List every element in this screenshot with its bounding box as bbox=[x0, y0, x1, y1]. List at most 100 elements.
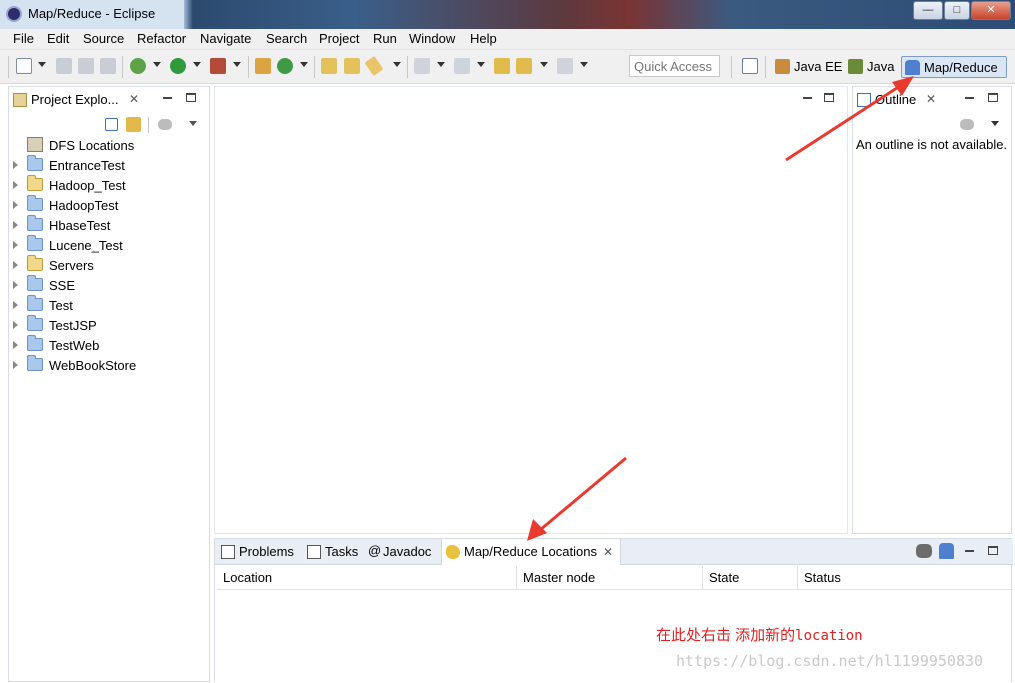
new-class-dropdown-icon[interactable] bbox=[300, 62, 308, 67]
menu-help[interactable]: Help bbox=[470, 31, 497, 46]
menu-file[interactable]: File bbox=[13, 31, 34, 46]
quick-access-input[interactable] bbox=[629, 55, 720, 77]
debug-icon[interactable] bbox=[130, 58, 146, 74]
expand-arrow-icon[interactable] bbox=[13, 221, 18, 229]
maximize-view-icon[interactable] bbox=[988, 93, 998, 102]
column-location[interactable]: Location bbox=[217, 566, 517, 590]
tree-item[interactable]: Hadoop_Test bbox=[13, 175, 126, 195]
external-tools-dropdown-icon[interactable] bbox=[233, 62, 241, 67]
minimize-button[interactable]: — bbox=[913, 1, 943, 20]
minimize-editor-icon[interactable] bbox=[803, 97, 812, 99]
next-annotation-icon[interactable] bbox=[414, 58, 430, 74]
tree-item[interactable]: HadoopTest bbox=[13, 195, 118, 215]
tree-item-label: WebBookStore bbox=[49, 358, 137, 373]
new-icon[interactable] bbox=[16, 58, 32, 74]
maximize-button[interactable]: □ bbox=[944, 1, 970, 20]
previous-annotation-icon[interactable] bbox=[454, 58, 470, 74]
tree-item[interactable]: TestWeb bbox=[13, 335, 99, 355]
expand-arrow-icon[interactable] bbox=[13, 261, 18, 269]
column-status[interactable]: Status bbox=[798, 566, 1011, 590]
expand-arrow-icon[interactable] bbox=[13, 201, 18, 209]
menu-edit[interactable]: Edit bbox=[47, 31, 69, 46]
dfs-locations-icon bbox=[27, 137, 43, 152]
back-icon[interactable] bbox=[516, 58, 532, 74]
pencil-icon[interactable] bbox=[364, 56, 384, 76]
expand-arrow-icon[interactable] bbox=[13, 281, 18, 289]
new-dropdown-icon[interactable] bbox=[38, 62, 46, 67]
minimize-view-icon[interactable] bbox=[163, 97, 172, 99]
run-dropdown-icon[interactable] bbox=[193, 62, 201, 67]
menu-project[interactable]: Project bbox=[319, 31, 359, 46]
perspective-java[interactable]: Java bbox=[845, 56, 898, 78]
menu-search[interactable]: Search bbox=[266, 31, 307, 46]
filters-icon[interactable] bbox=[158, 119, 172, 130]
column-state[interactable]: State bbox=[703, 566, 798, 590]
new-location-icon[interactable] bbox=[916, 544, 932, 558]
back-dropdown-icon[interactable] bbox=[540, 62, 548, 67]
external-tools-icon[interactable] bbox=[210, 58, 226, 74]
maximize-editor-icon[interactable] bbox=[824, 93, 834, 102]
tree-item-label: TestJSP bbox=[49, 318, 97, 333]
expand-arrow-icon[interactable] bbox=[13, 341, 18, 349]
elephant-icon[interactable] bbox=[939, 543, 954, 559]
editor-area[interactable] bbox=[214, 86, 848, 534]
forward-icon[interactable] bbox=[557, 58, 573, 74]
next-annotation-dropdown-icon[interactable] bbox=[437, 62, 445, 67]
menu-refactor[interactable]: Refactor bbox=[137, 31, 186, 46]
maximize-view-icon[interactable] bbox=[186, 93, 196, 102]
open-perspective-icon[interactable] bbox=[742, 58, 758, 74]
save-all-icon[interactable] bbox=[78, 58, 94, 74]
forward-dropdown-icon[interactable] bbox=[580, 62, 588, 67]
menu-source[interactable]: Source bbox=[83, 31, 124, 46]
debug-dropdown-icon[interactable] bbox=[153, 62, 161, 67]
tree-item[interactable]: SSE bbox=[13, 275, 75, 295]
expand-arrow-icon[interactable] bbox=[13, 241, 18, 249]
tree-item[interactable]: Test bbox=[13, 295, 73, 315]
close-button[interactable]: ✕ bbox=[971, 1, 1011, 20]
tree-item[interactable]: DFS Locations bbox=[13, 135, 134, 155]
expand-arrow-icon[interactable] bbox=[13, 361, 18, 369]
menu-run[interactable]: Run bbox=[373, 31, 397, 46]
close-icon[interactable]: ✕ bbox=[129, 92, 139, 106]
tab-mapreduce-locations[interactable]: Map/Reduce Locations bbox=[441, 539, 621, 565]
perspective-mapreduce[interactable]: Map/Reduce bbox=[901, 56, 1007, 78]
tree-item[interactable]: TestJSP bbox=[13, 315, 97, 335]
filters-icon[interactable] bbox=[960, 119, 974, 130]
menu-navigate[interactable]: Navigate bbox=[200, 31, 251, 46]
tree-item[interactable]: Lucene_Test bbox=[13, 235, 123, 255]
tab-tasks[interactable]: Tasks bbox=[303, 539, 363, 564]
open-type-icon[interactable] bbox=[321, 58, 337, 74]
last-edit-icon[interactable] bbox=[494, 58, 510, 74]
new-class-icon[interactable] bbox=[277, 58, 293, 74]
save-icon[interactable] bbox=[56, 58, 72, 74]
maximize-view-icon[interactable] bbox=[988, 546, 998, 555]
tree-item[interactable]: WebBookStore bbox=[13, 355, 136, 375]
collapse-all-icon[interactable] bbox=[105, 118, 118, 131]
tab-problems[interactable]: Problems bbox=[217, 539, 301, 564]
expand-arrow-icon[interactable] bbox=[13, 181, 18, 189]
close-icon[interactable]: ✕ bbox=[603, 545, 613, 559]
minimize-view-icon[interactable] bbox=[965, 550, 974, 552]
tree-item[interactable]: HbaseTest bbox=[13, 215, 110, 235]
minimize-view-icon[interactable] bbox=[965, 97, 974, 99]
tasks-icon bbox=[307, 545, 321, 559]
tab-javadoc[interactable]: @ Javadoc bbox=[365, 539, 441, 564]
view-menu-icon[interactable] bbox=[991, 121, 999, 126]
column-master-node[interactable]: Master node bbox=[517, 566, 703, 590]
print-icon[interactable] bbox=[100, 58, 116, 74]
expand-arrow-icon[interactable] bbox=[13, 161, 18, 169]
perspective-java-ee[interactable]: Java EE bbox=[772, 56, 846, 78]
run-icon[interactable] bbox=[170, 58, 186, 74]
open-folder-icon[interactable] bbox=[344, 58, 360, 74]
tree-item[interactable]: Servers bbox=[13, 255, 94, 275]
view-menu-icon[interactable] bbox=[189, 121, 197, 126]
close-icon[interactable]: ✕ bbox=[926, 92, 936, 106]
menu-window[interactable]: Window bbox=[409, 31, 455, 46]
expand-arrow-icon[interactable] bbox=[13, 321, 18, 329]
tree-item[interactable]: EntranceTest bbox=[13, 155, 125, 175]
expand-arrow-icon[interactable] bbox=[13, 301, 18, 309]
link-with-editor-icon[interactable] bbox=[126, 117, 141, 132]
new-package-icon[interactable] bbox=[255, 58, 271, 74]
previous-annotation-dropdown-icon[interactable] bbox=[477, 62, 485, 67]
annotation-dropdown-icon[interactable] bbox=[393, 62, 401, 67]
